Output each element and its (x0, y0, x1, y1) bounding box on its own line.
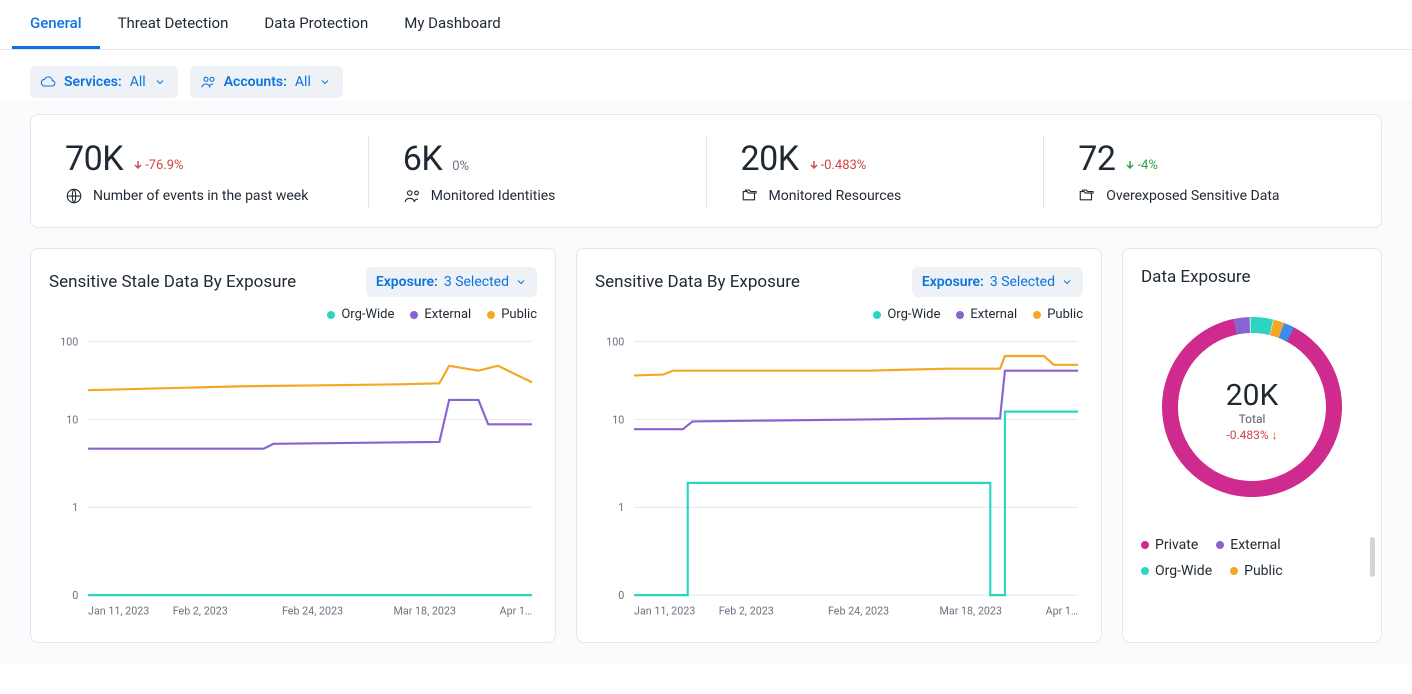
card-title: Sensitive Stale Data By Exposure (49, 272, 296, 292)
data-exposure-card: Data Exposure 20K Total (1122, 248, 1382, 643)
card-title: Data Exposure (1141, 267, 1251, 287)
kpi-events: 70K -76.9% Number of events in the past … (31, 135, 369, 209)
tab-general[interactable]: General (12, 0, 100, 49)
kpi-label: Monitored Resources (769, 188, 902, 204)
dropdown-value: 3 Selected (444, 274, 509, 290)
dropdown-label: Exposure: (376, 274, 438, 290)
accounts-filter[interactable]: Accounts: All (190, 66, 343, 98)
svg-text:Feb 24, 2023: Feb 24, 2023 (828, 605, 889, 618)
kpi-overexposed: 72 -4% Overexposed Sensitive Data (1044, 135, 1381, 209)
tab-bar: General Threat Detection Data Protection… (0, 0, 1412, 50)
svg-text:Jan 11, 2023: Jan 11, 2023 (88, 605, 149, 618)
charts-row: Sensitive Stale Data By Exposure Exposur… (30, 248, 1382, 643)
svg-text:20K: 20K (1226, 378, 1279, 413)
legend-public: Public (487, 307, 537, 322)
arrow-down-icon (1125, 160, 1135, 170)
legend-orgwide: Org-Wide (873, 307, 940, 322)
svg-text:Apr 1…: Apr 1… (1046, 605, 1079, 618)
folders-icon (741, 187, 759, 205)
chevron-down-icon (515, 276, 527, 288)
svg-text:Feb 24, 2023: Feb 24, 2023 (282, 605, 343, 618)
kpi-delta: -0.483% (809, 158, 867, 173)
tab-data-protection[interactable]: Data Protection (246, 0, 386, 49)
svg-text:1: 1 (72, 501, 78, 514)
legend-public: Public (1230, 563, 1283, 579)
donut-legend: Private External Org-Wide Public (1141, 537, 1363, 579)
sensitive-data-card: Sensitive Data By Exposure Exposure: 3 S… (576, 248, 1102, 643)
kpi-row: 70K -76.9% Number of events in the past … (30, 114, 1382, 228)
legend-public: Public (1033, 307, 1083, 322)
chart-legend: Org-Wide External Public (49, 307, 537, 322)
folders-icon (1078, 187, 1096, 205)
arrow-down-icon (809, 160, 819, 170)
legend-orgwide: Org-Wide (327, 307, 394, 322)
arrow-down-icon (133, 160, 143, 170)
kpi-label: Overexposed Sensitive Data (1106, 188, 1279, 204)
kpi-identities: 6K 0% Monitored Identities (369, 135, 707, 209)
card-title: Sensitive Data By Exposure (595, 272, 800, 292)
svg-text:Mar 18, 2023: Mar 18, 2023 (394, 605, 456, 618)
kpi-value: 6K (403, 139, 442, 179)
globe-icon (65, 187, 83, 205)
kpi-delta: -76.9% (133, 158, 183, 173)
accounts-value: All (295, 74, 311, 90)
donut-chart: 20K Total -0.483% ↓ (1152, 307, 1352, 507)
kpi-delta: 0% (452, 159, 469, 174)
services-filter[interactable]: Services: All (30, 66, 178, 98)
chart-body: 100 10 1 0 Jan 11, 2023 Feb 2, 2023 Feb (49, 328, 537, 632)
exposure-dropdown[interactable]: Exposure: 3 Selected (366, 267, 537, 297)
cloud-icon (40, 74, 56, 90)
legend-private: Private (1141, 537, 1198, 553)
svg-text:Feb 2, 2023: Feb 2, 2023 (719, 605, 774, 618)
svg-text:Total: Total (1239, 412, 1266, 426)
line-chart: 100 10 1 0 Jan 11, 2023 Feb 2, 2023 Feb (49, 328, 537, 628)
tab-my-dashboard[interactable]: My Dashboard (386, 0, 518, 49)
sensitive-stale-data-card: Sensitive Stale Data By Exposure Exposur… (30, 248, 556, 643)
svg-text:10: 10 (66, 413, 78, 426)
kpi-delta: -4% (1125, 158, 1157, 173)
svg-text:100: 100 (606, 335, 624, 348)
svg-text:100: 100 (60, 335, 78, 348)
chevron-down-icon (1061, 276, 1073, 288)
chevron-down-icon (154, 76, 166, 88)
svg-text:-0.483% ↓: -0.483% ↓ (1226, 428, 1277, 442)
accounts-label: Accounts: (224, 74, 287, 90)
kpi-label: Number of events in the past week (93, 188, 308, 204)
legend-orgwide: Org-Wide (1141, 563, 1212, 579)
svg-text:0: 0 (618, 589, 624, 602)
svg-text:Mar 18, 2023: Mar 18, 2023 (940, 605, 1002, 618)
dropdown-value: 3 Selected (990, 274, 1055, 290)
users-icon (403, 187, 421, 205)
svg-text:Apr 1…: Apr 1… (500, 605, 533, 618)
svg-text:Jan 11, 2023: Jan 11, 2023 (634, 605, 695, 618)
kpi-value: 70K (65, 139, 123, 179)
services-value: All (130, 74, 146, 90)
dropdown-label: Exposure: (922, 274, 984, 290)
svg-text:Feb 2, 2023: Feb 2, 2023 (173, 605, 228, 618)
filters-row: Services: All Accounts: All (0, 50, 1412, 100)
legend-external: External (1216, 537, 1280, 553)
exposure-dropdown[interactable]: Exposure: 3 Selected (912, 267, 1083, 297)
kpi-value: 72 (1078, 139, 1115, 179)
svg-text:1: 1 (618, 501, 624, 514)
chart-legend: Org-Wide External Public (595, 307, 1083, 322)
line-chart: 100 10 1 0 Jan 11, 2023 Feb 2, 2023 Feb (595, 328, 1083, 628)
chevron-down-icon (319, 76, 331, 88)
kpi-resources: 20K -0.483% Monitored Resources (707, 135, 1045, 209)
kpi-label: Monitored Identities (431, 188, 556, 204)
svg-text:10: 10 (612, 413, 624, 426)
tab-threat-detection[interactable]: Threat Detection (100, 0, 247, 49)
users-icon (200, 74, 216, 90)
legend-external: External (410, 307, 471, 322)
legend-external: External (956, 307, 1017, 322)
chart-body: 100 10 1 0 Jan 11, 2023 Feb 2, 2023 Feb (595, 328, 1083, 632)
svg-text:0: 0 (72, 589, 78, 602)
kpi-value: 20K (741, 139, 799, 179)
services-label: Services: (64, 74, 122, 90)
